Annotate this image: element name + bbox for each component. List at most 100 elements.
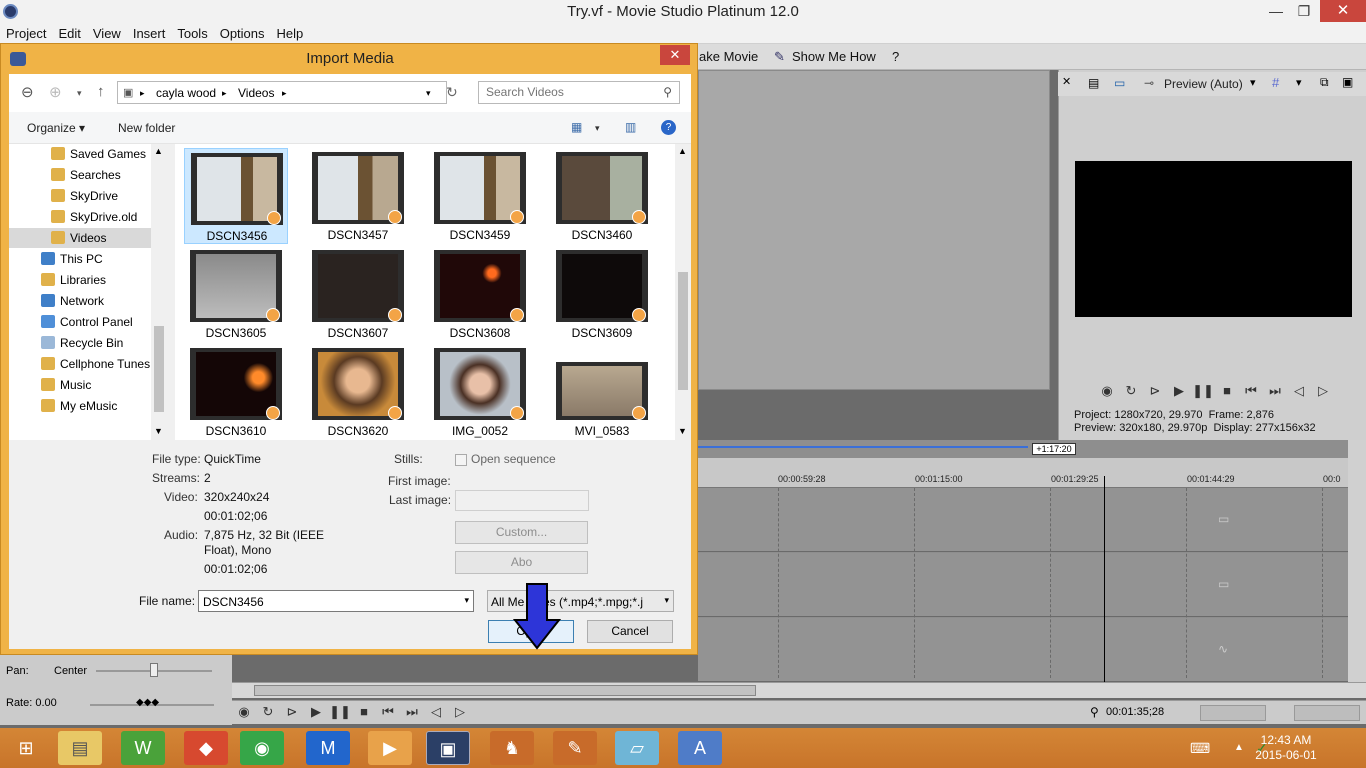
pause-icon[interactable]: ❚❚ — [1191, 383, 1215, 399]
next-frame-icon[interactable]: ▷ — [448, 704, 472, 720]
last-image-field[interactable] — [455, 490, 589, 511]
wordpad-icon[interactable]: A — [678, 731, 722, 765]
video-track[interactable]: ▭ — [698, 553, 1348, 617]
show-me-how-button[interactable]: Show Me How — [792, 49, 876, 64]
recent-locations-icon[interactable]: ▾ — [77, 88, 82, 99]
grid-icon[interactable]: # — [1272, 75, 1279, 90]
loop-icon[interactable]: ↻ — [256, 704, 280, 720]
selection-length-field[interactable] — [1294, 705, 1360, 721]
scroll-up-icon[interactable]: ▲ — [678, 146, 687, 156]
nav-item-music[interactable]: Music — [9, 375, 151, 395]
notes-icon[interactable]: ▱ — [615, 731, 659, 765]
file-tile[interactable]: DSCN3457 — [306, 148, 410, 244]
file-tile[interactable]: DSCN3605 — [184, 246, 288, 342]
windows-start-icon[interactable]: ⊞ — [4, 731, 48, 765]
play-from-start-icon[interactable]: ⊳ — [1143, 383, 1167, 399]
nav-item-my-emusic[interactable]: My eMusic — [9, 396, 151, 416]
make-movie-button[interactable]: ake Movie — [699, 49, 758, 64]
keyboard-icon[interactable]: ⌨ — [1190, 740, 1210, 757]
menu-help[interactable]: Help — [271, 24, 310, 43]
nav-item-searches[interactable]: Searches — [9, 165, 151, 185]
game-icon[interactable]: ◆ — [184, 731, 228, 765]
file-tile[interactable]: IMG_0052 — [428, 344, 532, 440]
record-icon[interactable]: ◉ — [1095, 383, 1119, 399]
help-pointer-icon[interactable]: ? — [892, 49, 899, 64]
loop-region-bar[interactable] — [698, 446, 1028, 448]
go-to-end-icon[interactable]: ⏭ — [1263, 383, 1287, 399]
preview-quality-dropdown[interactable]: Preview (Auto) — [1164, 77, 1243, 91]
chevron-down-icon[interactable]: ▾ — [664, 595, 669, 606]
nav-item-libraries[interactable]: Libraries — [9, 270, 151, 290]
pan-slider-handle[interactable] — [150, 663, 158, 677]
file-tile[interactable]: DSCN3459 — [428, 148, 532, 244]
nav-item-cellphone-tunes[interactable]: Cellphone Tunes — [9, 354, 159, 374]
app-close-button[interactable]: ✕ — [1320, 0, 1366, 22]
dialog-close-button[interactable]: ✕ — [660, 45, 690, 65]
paint-icon[interactable]: ✎ — [553, 731, 597, 765]
breadcrumb-videos[interactable]: Videos — [238, 86, 274, 100]
playhead[interactable] — [1104, 476, 1105, 682]
preview-settings-icon[interactable]: ⊸ — [1144, 76, 1154, 90]
nav-item-skydrive-old[interactable]: SkyDrive.old — [9, 207, 151, 227]
minimize-icon[interactable]: — — [1262, 0, 1290, 22]
scrollbar-thumb[interactable] — [154, 326, 164, 412]
back-icon[interactable]: ⊖ — [21, 83, 34, 101]
chevron-down-icon[interactable]: ▾ — [1250, 76, 1256, 89]
about-button[interactable]: Abo — [455, 551, 588, 574]
search-box[interactable]: ⚲ — [478, 81, 680, 104]
close-panel-icon[interactable]: ✕ — [1062, 75, 1071, 88]
file-tile[interactable]: DSCN3608 — [428, 246, 532, 342]
pause-icon[interactable]: ❚❚ — [328, 704, 352, 720]
preview-pane-icon[interactable]: ▥ — [625, 120, 636, 134]
file-list-scrollbar[interactable]: ▲ ▼ — [675, 144, 691, 440]
malwarebytes-icon[interactable]: M — [306, 731, 350, 765]
file-tile[interactable]: DSCN3610 — [184, 344, 288, 440]
show-hidden-icons[interactable]: ▲ — [1234, 742, 1244, 753]
file-tile[interactable]: MVI_0583 — [550, 344, 654, 440]
nav-scrollbar[interactable]: ▲ ▼ — [151, 144, 167, 440]
cancel-button[interactable]: Cancel — [587, 620, 673, 643]
duration-field[interactable] — [1200, 705, 1266, 721]
menu-edit[interactable]: Edit — [52, 24, 86, 43]
file-tile[interactable]: DSCN3607 — [306, 246, 410, 342]
nav-item-this-pc[interactable]: This PC — [9, 249, 151, 269]
go-to-start-icon[interactable]: ⏮ — [376, 704, 400, 720]
save-snapshot-icon[interactable]: ▣ — [1342, 75, 1353, 89]
nav-item-network[interactable]: Network — [9, 291, 151, 311]
monitor-icon[interactable]: ▭ — [1114, 76, 1125, 90]
nav-item-skydrive[interactable]: SkyDrive — [9, 186, 151, 206]
scrollbar-thumb[interactable] — [678, 272, 688, 390]
play-from-start-icon[interactable]: ⊳ — [280, 704, 304, 720]
app-icon[interactable]: ♞ — [490, 731, 534, 765]
timeline-horizontal-scrollbar[interactable] — [232, 682, 1366, 698]
menu-options[interactable]: Options — [214, 24, 271, 43]
scroll-up-icon[interactable]: ▲ — [154, 146, 163, 156]
menu-project[interactable]: Project — [0, 24, 52, 43]
up-icon[interactable]: ↑ — [97, 83, 105, 100]
next-frame-icon[interactable]: ▷ — [1311, 383, 1335, 399]
chevron-down-icon[interactable]: ▾ — [1296, 76, 1302, 89]
video-track[interactable]: ▭ — [698, 488, 1348, 552]
prev-frame-icon[interactable]: ◁ — [1287, 383, 1311, 399]
organize-button[interactable]: Organize ▾ — [27, 121, 85, 135]
file-explorer-icon[interactable]: ▤ — [58, 731, 102, 765]
loop-icon[interactable]: ↻ — [1119, 383, 1143, 399]
breadcrumb-user[interactable]: cayla wood — [156, 86, 216, 100]
timeline-ruler[interactable]: 00:00:59:28 00:01:15:00 00:01:29:25 00:0… — [698, 458, 1348, 488]
rate-slider-handle-icon[interactable]: ◆◆◆ — [136, 697, 159, 708]
menu-insert[interactable]: Insert — [127, 24, 172, 43]
help-icon[interactable]: ? — [661, 120, 676, 135]
properties-icon[interactable]: ▤ — [1088, 76, 1099, 90]
nav-item-saved-games[interactable]: Saved Games — [9, 144, 151, 164]
chevron-down-icon[interactable]: ▾ — [464, 595, 469, 606]
new-folder-button[interactable]: New folder — [118, 121, 175, 135]
play-icon[interactable]: ▶ — [1167, 383, 1191, 399]
go-to-start-icon[interactable]: ⏮ — [1239, 383, 1263, 399]
menu-tools[interactable]: Tools — [171, 24, 213, 43]
scroll-down-icon[interactable]: ▼ — [678, 426, 687, 436]
search-input[interactable] — [486, 85, 656, 99]
chrome-icon[interactable]: ◉ — [240, 731, 284, 765]
forward-icon[interactable]: ⊕ — [49, 83, 62, 101]
system-clock[interactable]: 12:43 AM 2015-06-01 — [1246, 733, 1326, 763]
play-icon[interactable]: ▶ — [304, 704, 328, 720]
